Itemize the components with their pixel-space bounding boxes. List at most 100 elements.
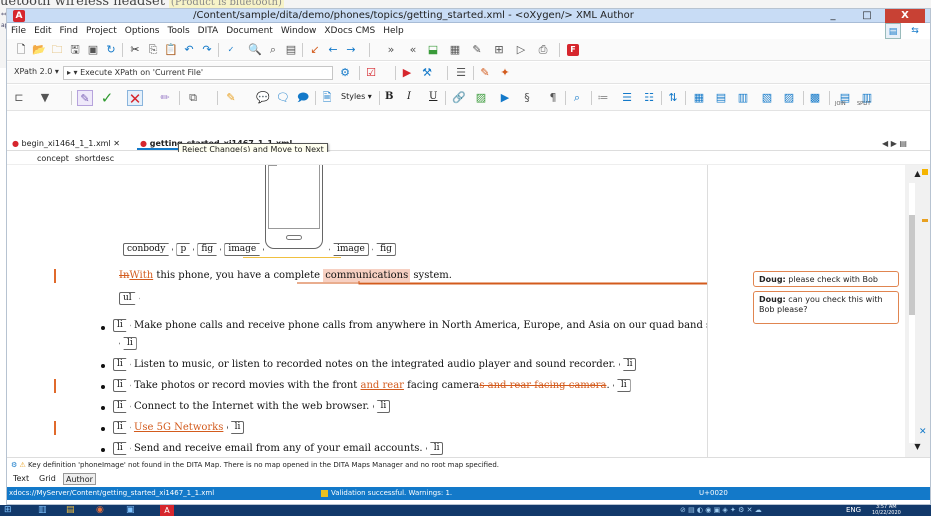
close-button[interactable]: X bbox=[885, 9, 925, 23]
annotation-marker[interactable] bbox=[922, 219, 928, 222]
insert-media-icon[interactable]: ▶ bbox=[497, 90, 513, 106]
menu-find[interactable]: Find bbox=[56, 24, 82, 38]
inserted-text[interactable]: With bbox=[129, 270, 153, 281]
table-properties-icon[interactable]: ▩ bbox=[807, 90, 823, 106]
last-edit-icon[interactable]: ↙ bbox=[307, 42, 323, 58]
li-end-tag[interactable]: li bbox=[425, 442, 444, 455]
menu-project[interactable]: Project bbox=[82, 24, 121, 38]
perspective-author-icon[interactable]: ▤ bbox=[885, 23, 901, 39]
bookmark-icon[interactable]: ✎ bbox=[477, 65, 493, 81]
accept-change-icon[interactable]: ✓ bbox=[99, 90, 115, 106]
fig-end-tag[interactable]: fig bbox=[372, 243, 396, 256]
paragraph-icon[interactable]: ¶ bbox=[545, 90, 561, 106]
insert-table-icon[interactable]: ▦ bbox=[691, 90, 707, 106]
li-tag[interactable]: li bbox=[113, 379, 131, 392]
tab-navigation[interactable]: ◀ ▶ ▤ bbox=[879, 137, 910, 150]
add-comment-icon[interactable]: 💬 bbox=[255, 90, 271, 106]
bold-button[interactable]: B bbox=[385, 91, 393, 102]
start-icon[interactable]: ⊞ bbox=[4, 505, 12, 516]
redo-icon[interactable]: ↷ bbox=[199, 42, 215, 58]
oxygen-taskbar-icon[interactable]: A bbox=[160, 505, 174, 516]
expand-toolbar-icon[interactable]: » bbox=[383, 42, 399, 58]
menu-edit[interactable]: Edit bbox=[30, 24, 55, 38]
run-transform-icon[interactable]: ▶ bbox=[399, 65, 415, 81]
image-tag[interactable]: image bbox=[224, 243, 264, 256]
open-url-icon[interactable]: 🗀 bbox=[49, 42, 65, 58]
menu-document[interactable]: Document bbox=[222, 24, 277, 38]
edit-icon[interactable]: ✎ bbox=[469, 42, 485, 58]
scroll-down-icon[interactable]: ▼ bbox=[905, 442, 930, 451]
phone-image[interactable] bbox=[265, 165, 323, 249]
new-file-icon[interactable]: 🗋 bbox=[13, 42, 29, 58]
menu-tools[interactable]: Tools bbox=[163, 24, 193, 38]
li-tag[interactable]: li bbox=[113, 421, 131, 434]
outline-icon[interactable]: ⊏ bbox=[11, 90, 27, 106]
menu-window[interactable]: Window bbox=[277, 24, 321, 38]
styles-dropdown[interactable]: Styles ▾ bbox=[341, 92, 372, 101]
scroll-thumb[interactable] bbox=[909, 215, 915, 315]
p-tag[interactable]: p bbox=[176, 243, 194, 256]
back-icon[interactable]: ← bbox=[325, 42, 341, 58]
underline-button[interactable]: U bbox=[429, 91, 437, 102]
collapse-toolbar-icon[interactable]: « bbox=[405, 42, 421, 58]
reuse-content-icon[interactable]: ⌕ bbox=[569, 90, 585, 106]
remove-comment-icon[interactable]: 🗩 bbox=[295, 90, 311, 106]
insert-row-above-icon[interactable]: ▥ bbox=[735, 90, 751, 106]
commented-text[interactable]: communications bbox=[323, 269, 411, 282]
edit-comment-icon[interactable]: 🗨 bbox=[275, 90, 291, 106]
menu-help[interactable]: Help bbox=[379, 24, 408, 38]
li-tag[interactable]: li bbox=[113, 319, 131, 332]
next-bookmark-icon[interactable]: ✦ bbox=[497, 65, 513, 81]
forward-icon[interactable]: → bbox=[343, 42, 359, 58]
delete-column-icon[interactable]: ▨ bbox=[781, 90, 797, 106]
problem-message[interactable]: Key definition 'phoneImage' not found in… bbox=[28, 461, 499, 469]
tab-begin[interactable]: ● begin_xi1464_1_1.xml ✕ bbox=[9, 137, 123, 150]
tab-close-icon[interactable]: ✕ bbox=[113, 139, 120, 148]
publish-icon[interactable]: ⎙ bbox=[535, 42, 551, 58]
deleted-text[interactable]: In bbox=[119, 270, 129, 281]
spellcheck-icon[interactable]: ✓ bbox=[223, 42, 239, 58]
taskbar-app-icon[interactable]: ▣ bbox=[126, 505, 135, 516]
li-end-tag[interactable]: li bbox=[226, 421, 245, 434]
find-replace-icon[interactable]: 🔍 bbox=[247, 42, 263, 58]
tray-icons[interactable]: ⊘ ▤ ◐ ◉ ▣ ◈ ✦ ⚙ ✕ ☁ bbox=[680, 505, 762, 516]
transform-icon[interactable]: ⊞ bbox=[491, 42, 507, 58]
file-explorer-icon[interactable]: ▤ bbox=[66, 505, 75, 516]
apply-icon[interactable]: ▷ bbox=[513, 42, 529, 58]
open-folder-icon[interactable]: 📂 bbox=[31, 42, 47, 58]
link-icon[interactable]: 🔗 bbox=[451, 90, 467, 106]
fig-tag[interactable]: fig bbox=[197, 243, 221, 256]
plugin-f-icon[interactable]: F bbox=[567, 44, 579, 56]
unordered-list-icon[interactable]: ☷ bbox=[641, 90, 657, 106]
browser-icon[interactable]: ◉ bbox=[96, 505, 104, 516]
xpath-settings-icon[interactable]: ⚙ bbox=[337, 65, 353, 81]
paragraph[interactable]: InWith this phone, you have a complete c… bbox=[119, 269, 452, 283]
ul-tag[interactable]: ul bbox=[119, 292, 140, 305]
language-indicator[interactable]: ENG bbox=[846, 505, 861, 516]
image-end-tag[interactable]: image bbox=[329, 243, 369, 256]
xpath-version-select[interactable]: XPath 2.0 ▾ bbox=[11, 66, 65, 80]
li-end-tag[interactable]: li bbox=[119, 337, 137, 350]
li-tag[interactable]: li bbox=[113, 358, 131, 371]
find-in-files-icon[interactable]: ⌕ bbox=[265, 42, 281, 58]
close-panel-icon[interactable]: ✕ bbox=[919, 427, 927, 437]
list-icon[interactable]: ≔ bbox=[595, 90, 611, 106]
reject-change-icon[interactable]: ✕ bbox=[127, 90, 143, 107]
perspective-editor-icon[interactable]: ⇆ bbox=[907, 23, 923, 39]
sort-icon[interactable]: ⇅ bbox=[665, 90, 681, 106]
copy-icon[interactable]: ⎘ bbox=[145, 42, 161, 58]
accept-icon[interactable]: ⬓ bbox=[425, 42, 441, 58]
highlight-icon[interactable]: ✏ bbox=[157, 90, 173, 106]
filter-icon[interactable]: ▼ bbox=[37, 90, 53, 106]
insert-image-icon[interactable]: ▨ bbox=[473, 90, 489, 106]
li-tag[interactable]: li bbox=[113, 442, 131, 455]
comment-balloon[interactable]: Doug: please check with Bob bbox=[753, 271, 899, 287]
conbody-tag[interactable]: conbody bbox=[123, 243, 173, 256]
insert-row-below-icon[interactable]: ▤ bbox=[713, 90, 729, 106]
minimize-button[interactable]: _ bbox=[819, 9, 847, 23]
save-icon[interactable]: 🖫 bbox=[67, 42, 83, 58]
ordered-list-icon[interactable]: ☰ bbox=[619, 90, 635, 106]
italic-button[interactable]: I bbox=[407, 91, 411, 102]
review-icon[interactable]: ▦ bbox=[447, 42, 463, 58]
paste-icon[interactable]: 📋 bbox=[163, 42, 179, 58]
